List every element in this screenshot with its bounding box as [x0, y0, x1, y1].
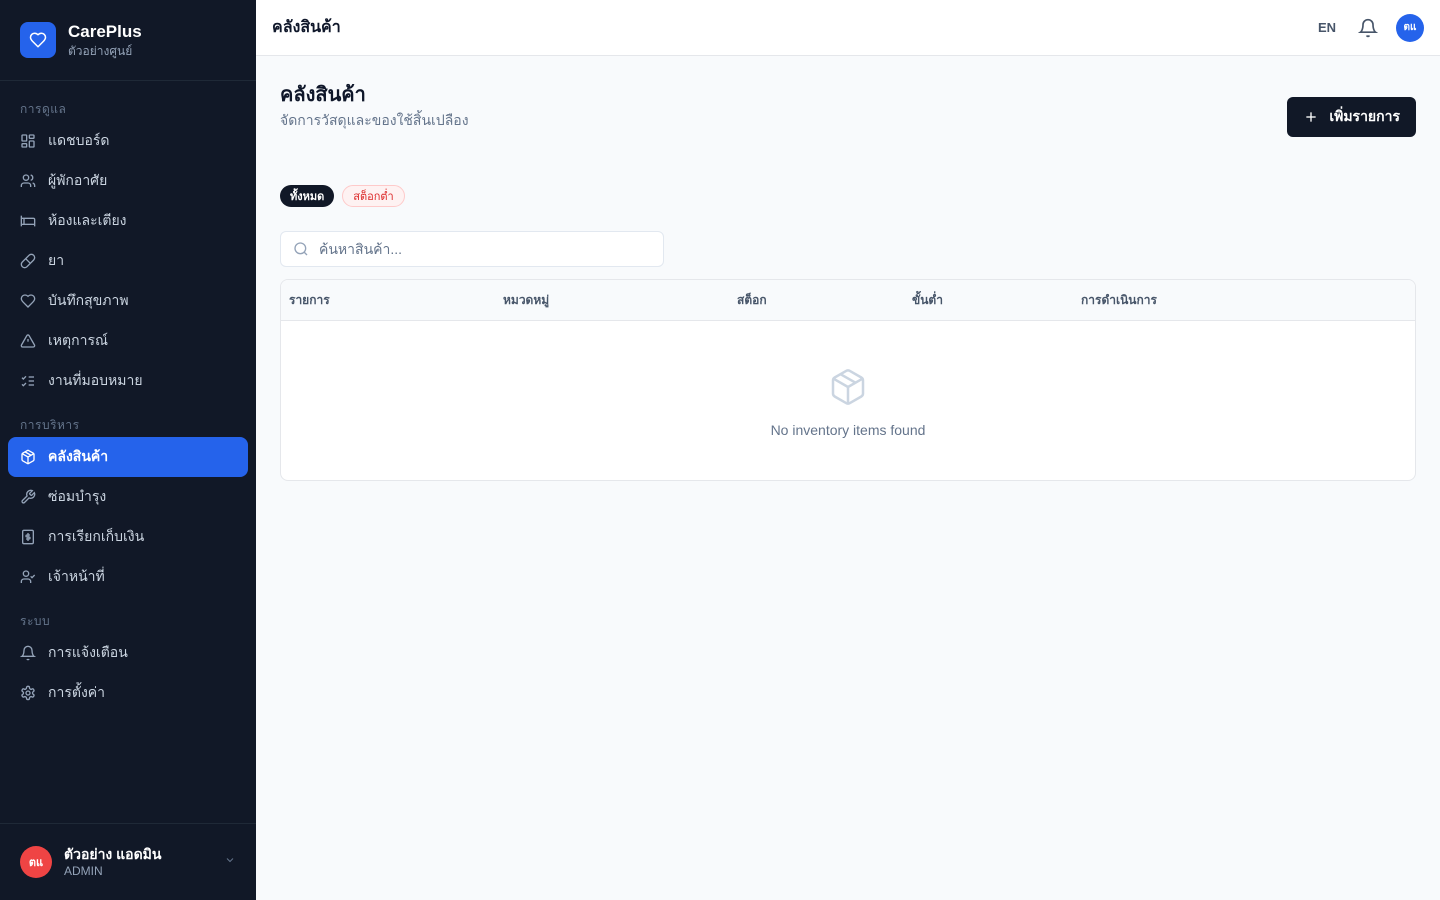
sidebar-nav: การดูแล แดชบอร์ด ผู้พักอาศัย ห้องและเตีย… [0, 81, 256, 713]
sidebar-item-label: เจ้าหน้าที่ [48, 568, 105, 584]
gear-icon [20, 685, 36, 701]
heart-icon [20, 293, 36, 309]
brand[interactable]: CarePlus ตัวอย่างศูนย์ [0, 0, 256, 81]
top-bar: คลังสินค้า EN ตแ [256, 0, 1440, 56]
search-icon [293, 241, 309, 257]
sidebar-item-label: การแจ้งเตือน [48, 644, 128, 660]
nav-section-title: การบริหาร [20, 417, 80, 432]
inventory-table: รายการ หมวดหมู่ สต็อก ขั้นต่ำ การดำเนินก… [280, 279, 1416, 481]
sidebar: CarePlus ตัวอย่างศูนย์ การดูแล แดชบอร์ด … [0, 0, 256, 900]
sidebar-item-staff[interactable]: เจ้าหน้าที่ [8, 557, 248, 597]
filter-low-stock-chip[interactable]: สต็อกต่ำ [342, 185, 405, 207]
brand-logo [20, 22, 56, 58]
main-content: คลังสินค้า จัดการวัสดุและของใช้สิ้นเปลือ… [280, 56, 1416, 481]
column-header-minimum[interactable]: ขั้นต่ำ [912, 291, 1081, 310]
sidebar-item-inventory[interactable]: คลังสินค้า [8, 437, 248, 477]
sidebar-item-label: การเรียกเก็บเงิน [48, 528, 145, 544]
sidebar-item-incidents[interactable]: เหตุการณ์ [8, 321, 248, 361]
sidebar-item-residents[interactable]: ผู้พักอาศัย [8, 161, 248, 201]
column-header-item[interactable]: รายการ [289, 291, 503, 310]
package-icon [828, 367, 868, 412]
user-check-icon [20, 569, 36, 585]
notifications-bell-icon[interactable] [1358, 18, 1378, 38]
sidebar-item-maintenance[interactable]: ซ่อมบำรุง [8, 477, 248, 517]
bell-icon [20, 645, 36, 661]
empty-state-text: No inventory items found [770, 422, 926, 438]
sidebar-item-label: ห้องและเตียง [48, 212, 127, 228]
sidebar-item-billing[interactable]: การเรียกเก็บเงิน [8, 517, 248, 557]
filter-chips: ทั้งหมด สต็อกต่ำ [280, 185, 1416, 207]
sidebar-item-label: ซ่อมบำรุง [48, 488, 107, 504]
sidebar-item-label: คลังสินค้า [48, 448, 109, 464]
table-header: รายการ หมวดหมู่ สต็อก ขั้นต่ำ การดำเนินก… [281, 280, 1415, 321]
sidebar-item-label: งานที่มอบหมาย [48, 372, 143, 388]
sidebar-item-label: ผู้พักอาศัย [48, 172, 108, 188]
page-title: คลังสินค้า [280, 84, 366, 106]
sidebar-item-health-records[interactable]: บันทึกสุขภาพ [8, 281, 248, 321]
search-input[interactable] [319, 241, 651, 257]
language-toggle[interactable]: EN [1318, 20, 1336, 35]
sidebar-item-medication[interactable]: ยา [8, 241, 248, 281]
sidebar-item-tasks[interactable]: งานที่มอบหมาย [8, 361, 248, 401]
package-icon [20, 449, 36, 465]
brand-subtitle: ตัวอย่างศูนย์ [68, 43, 133, 58]
sidebar-item-label: การตั้งค่า [48, 684, 106, 700]
add-item-label: เพิ่มรายการ [1329, 108, 1400, 124]
sidebar-item-label: ยา [48, 252, 65, 268]
add-item-button[interactable]: เพิ่มรายการ [1287, 97, 1416, 137]
chevron-down-icon[interactable] [224, 853, 236, 871]
users-icon [20, 173, 36, 189]
user-name: ตัวอย่าง แอดมิน [64, 846, 162, 862]
wrench-icon [20, 489, 36, 505]
column-header-category[interactable]: หมวดหมู่ [503, 291, 737, 310]
filter-all-chip[interactable]: ทั้งหมด [280, 185, 335, 207]
sidebar-item-settings[interactable]: การตั้งค่า [8, 673, 248, 713]
receipt-icon [20, 529, 36, 545]
sidebar-item-label: แดชบอร์ด [48, 132, 110, 148]
alert-triangle-icon [20, 333, 36, 349]
sidebar-item-notifications[interactable]: การแจ้งเตือน [8, 633, 248, 673]
page-subtitle: จัดการวัสดุและของใช้สิ้นเปลือง [280, 112, 469, 128]
search-box [280, 231, 664, 267]
sidebar-item-dashboard[interactable]: แดชบอร์ด [8, 121, 248, 161]
user-menu[interactable]: ตแ ตัวอย่าง แอดมิน ADMIN [0, 823, 256, 900]
sidebar-item-label: บันทึกสุขภาพ [48, 292, 129, 308]
avatar: ตแ [20, 846, 52, 878]
heart-logo-icon [29, 32, 47, 48]
column-header-stock[interactable]: สต็อก [737, 291, 912, 310]
user-role: ADMIN [64, 864, 103, 878]
column-header-actions: การดำเนินการ [1081, 292, 1157, 307]
dashboard-icon [20, 133, 36, 149]
sidebar-item-label: เหตุการณ์ [48, 332, 108, 348]
empty-state: No inventory items found [281, 321, 1415, 438]
pill-icon [20, 253, 36, 269]
sidebar-item-rooms-beds[interactable]: ห้องและเตียง [8, 201, 248, 241]
header-avatar[interactable]: ตแ [1396, 13, 1424, 42]
header-title: คลังสินค้า [272, 19, 341, 36]
list-checks-icon [20, 373, 36, 389]
bed-icon [20, 213, 36, 229]
nav-section-title: ระบบ [20, 613, 51, 628]
plus-icon [1303, 109, 1319, 125]
nav-section-title: การดูแล [20, 101, 67, 116]
brand-name: CarePlus [68, 21, 142, 41]
